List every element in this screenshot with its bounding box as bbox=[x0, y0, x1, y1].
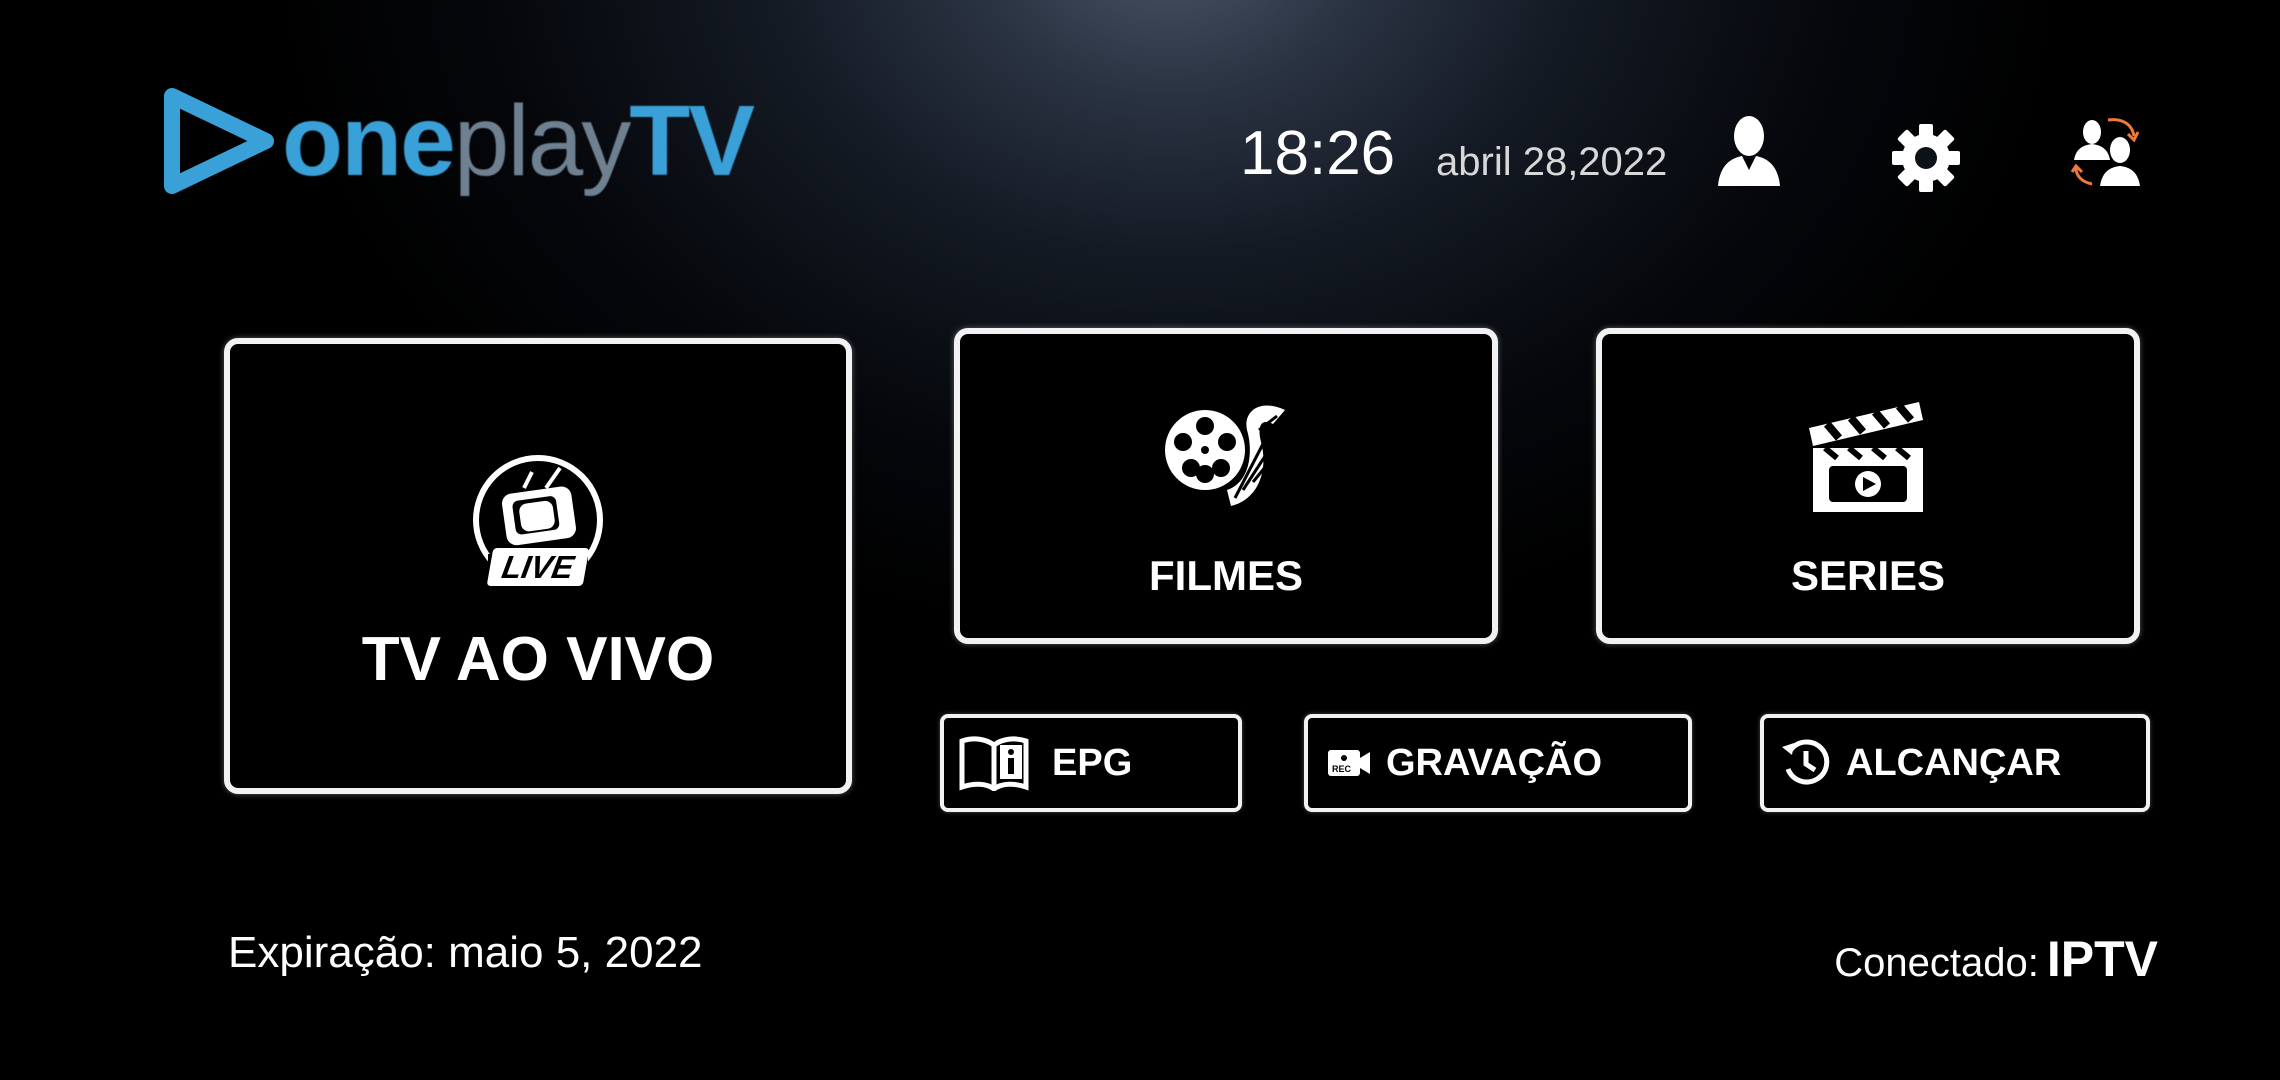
connected-label: Conectado: bbox=[1834, 941, 2039, 985]
switch-users-icon bbox=[2070, 118, 2140, 186]
series-label: SERIES bbox=[1790, 552, 1946, 599]
live-tv-icon: LIVE bbox=[468, 454, 608, 599]
date: abril 28,2022 bbox=[1436, 140, 1668, 184]
gear-icon bbox=[1892, 124, 1960, 192]
live-badge: LIVE bbox=[486, 548, 590, 586]
epg-button[interactable]: EPG bbox=[940, 714, 1242, 812]
app-name: oneplayTV bbox=[282, 91, 755, 191]
film-reel-icon bbox=[1161, 390, 1291, 515]
home-screen: oneplayTV 18:26 abril 28,2022 LIVE TV AO… bbox=[0, 0, 2280, 1080]
user-icon bbox=[1718, 116, 1780, 186]
live-tv-tile[interactable]: LIVE TV AO VIVO bbox=[224, 338, 852, 794]
series-tile[interactable]: SERIES bbox=[1596, 328, 2140, 644]
user-button[interactable] bbox=[1716, 112, 1782, 188]
switch-users-button[interactable] bbox=[2070, 112, 2146, 188]
rec-camera-icon: REC bbox=[1328, 750, 1370, 776]
book-info-icon bbox=[959, 736, 1029, 791]
clock: 18:26 bbox=[1240, 119, 1396, 188]
movies-tile[interactable]: FILMES bbox=[954, 328, 1498, 644]
logo-tv: TV bbox=[629, 85, 755, 197]
live-tv-label: TV AO VIVO bbox=[361, 625, 715, 694]
epg-label: EPG bbox=[1052, 741, 1133, 784]
expiration-text: Expiração: maio 5, 2022 bbox=[228, 928, 703, 977]
play-logo-icon bbox=[164, 88, 274, 194]
logo-one: one bbox=[282, 85, 456, 197]
catchup-button[interactable]: ALCANÇAR bbox=[1760, 714, 2150, 812]
rec-badge-text: REC bbox=[1332, 764, 1352, 774]
clapperboard-icon bbox=[1803, 398, 1933, 521]
recording-button[interactable]: REC GRAVAÇÃO bbox=[1304, 714, 1692, 812]
catchup-label: ALCANÇAR bbox=[1846, 741, 2062, 784]
live-badge-text: LIVE bbox=[499, 549, 577, 585]
history-clock-icon bbox=[1782, 739, 1830, 785]
connection-status: Conectado: IPTV bbox=[1834, 930, 2158, 988]
recording-label: GRAVAÇÃO bbox=[1386, 741, 1603, 784]
movies-label: FILMES bbox=[1149, 552, 1303, 599]
connected-value: IPTV bbox=[2046, 931, 2158, 987]
settings-button[interactable] bbox=[1890, 122, 1962, 194]
app-logo: oneplayTV bbox=[158, 86, 755, 196]
logo-play: play bbox=[453, 85, 631, 197]
